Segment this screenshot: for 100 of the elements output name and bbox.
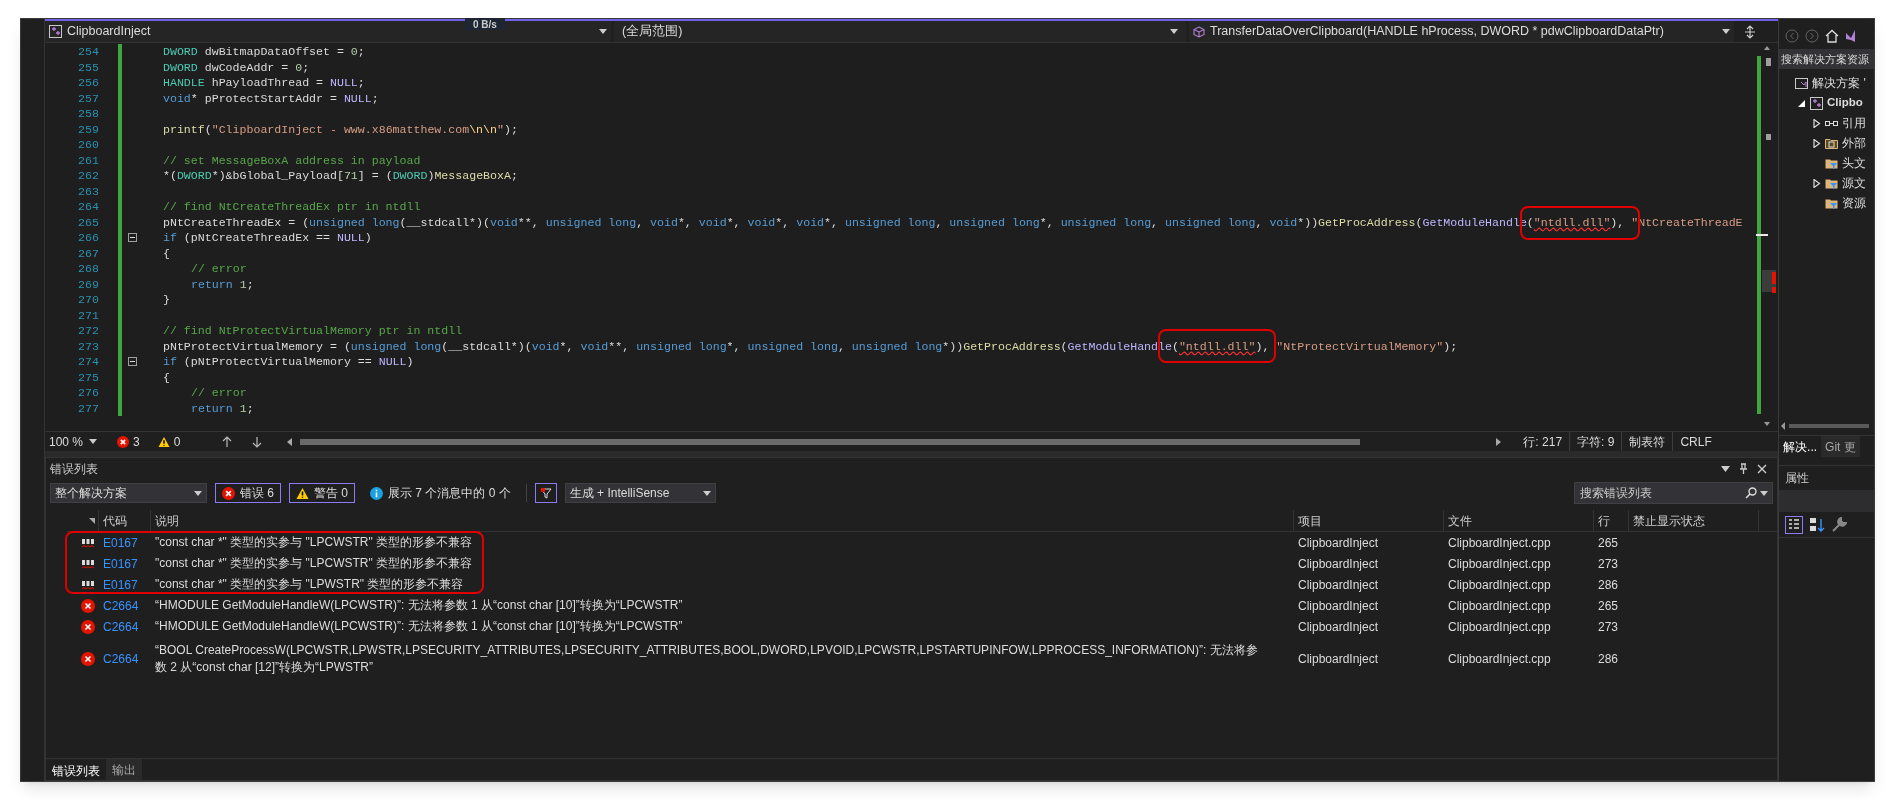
cube-icon xyxy=(1193,25,1205,38)
column-header[interactable]: 文件 xyxy=(1444,510,1594,531)
code-line: HANDLE hPayloadThread = NULL; xyxy=(163,75,365,91)
code-line: // set MessageBoxA address in payload xyxy=(163,152,421,168)
home-icon[interactable] xyxy=(1825,29,1840,43)
filter-toggle[interactable]: 展示 7 个消息中的 0 个 xyxy=(363,483,518,503)
sort-alphabetical-icon[interactable] xyxy=(1809,516,1826,533)
line-number: 264 xyxy=(78,199,99,215)
line-cell-text: 273 xyxy=(1597,618,1619,636)
split-icon[interactable] xyxy=(1743,24,1757,39)
column-header[interactable]: 代码 xyxy=(99,510,151,531)
panel-tab[interactable]: 输出 xyxy=(106,759,142,780)
line-number: 255 xyxy=(78,59,99,75)
code-line: void* pProtectStartAddr = NULL; xyxy=(163,90,379,106)
line-number: 257 xyxy=(78,90,99,106)
error-code-link[interactable]: E0167 xyxy=(99,554,151,573)
tree-item[interactable]: Clipbo xyxy=(1827,94,1863,112)
line-number: 276 xyxy=(78,385,99,401)
filter-toggle[interactable]: 错误 6 xyxy=(215,483,281,503)
code-line: if (pNtProtectVirtualMemory == NULL) xyxy=(163,354,414,370)
line-number: 258 xyxy=(78,106,99,122)
scope-dropdown[interactable]: 整个解决方案 xyxy=(50,483,207,503)
error-code-link[interactable]: C2664 xyxy=(99,596,151,615)
expand-arrow-icon[interactable] xyxy=(1812,118,1822,128)
tree-item[interactable]: 源文 xyxy=(1842,174,1867,192)
line-number: 265 xyxy=(78,214,99,230)
tree-item[interactable]: 头文 xyxy=(1842,154,1867,172)
column-header[interactable]: 禁止显示状态 xyxy=(1629,510,1759,531)
file-cell-text: ClipboardInject.cpp xyxy=(1447,651,1552,668)
logo-icon[interactable] xyxy=(1845,29,1856,43)
close-icon[interactable] xyxy=(1757,464,1768,474)
code-line: DWORD dwBitmapDataOffset = 0; xyxy=(163,44,365,60)
panel-tab[interactable]: Git 更 xyxy=(1821,436,1860,457)
caret-icon xyxy=(89,439,97,444)
tree-item[interactable]: 资源 xyxy=(1842,194,1867,212)
squiggle-icon xyxy=(82,536,95,549)
fold-toggle[interactable] xyxy=(128,357,137,367)
project-cell-text: ClipboardInject xyxy=(1297,534,1380,552)
line-number: 269 xyxy=(78,276,99,292)
info-icon xyxy=(370,486,383,500)
expand-arrow-icon[interactable] xyxy=(1812,178,1822,188)
error-code-link[interactable]: E0167 xyxy=(99,533,151,552)
line-number: 263 xyxy=(78,183,99,199)
line-cell-text: 286 xyxy=(1597,651,1619,668)
column-header[interactable]: 项目 xyxy=(1294,510,1444,531)
error-code-link[interactable]: C2664 xyxy=(99,617,151,636)
search-icon[interactable] xyxy=(1745,487,1758,499)
error-count-button[interactable]: 3 xyxy=(115,432,142,451)
property-object-field[interactable] xyxy=(1779,490,1874,512)
line-number: 260 xyxy=(78,137,99,153)
line-number: 261 xyxy=(78,152,99,168)
tree-item[interactable]: 外部 xyxy=(1842,134,1867,152)
panel-title: 属性 xyxy=(1784,470,1811,487)
arrow-up-icon[interactable] xyxy=(222,435,233,448)
squiggle-icon xyxy=(82,557,95,570)
project-icon xyxy=(1810,96,1824,110)
code-line: // error xyxy=(191,261,247,277)
file-cell-text: ClipboardInject.cpp xyxy=(1447,555,1552,573)
external-icon xyxy=(1825,136,1839,150)
expand-arrow-icon[interactable] xyxy=(1812,138,1822,148)
zoom-dropdown[interactable]: 100 % xyxy=(45,432,103,451)
pin-icon[interactable] xyxy=(1739,463,1749,475)
arrow-down-icon[interactable] xyxy=(252,435,263,448)
error-code-link[interactable]: E0167 xyxy=(99,575,151,594)
categorized-icon[interactable] xyxy=(1785,515,1804,534)
code-line: { xyxy=(163,369,170,385)
error-code-link[interactable]: C2664 xyxy=(99,650,151,668)
search-field[interactable]: 搜索错误列表 xyxy=(1574,482,1774,504)
sort-icon[interactable] xyxy=(89,517,95,524)
caret-icon xyxy=(1760,490,1769,496)
line-number: 259 xyxy=(78,121,99,137)
code-line: printf("ClipboardInject - www.x86matthew.com\n\n"); xyxy=(163,121,518,137)
funnel-icon xyxy=(539,487,552,499)
caret-icon xyxy=(194,490,202,496)
fold-toggle[interactable] xyxy=(128,233,137,243)
column-header[interactable]: 行 xyxy=(1594,510,1629,531)
search-field[interactable]: 搜索解决方案资源 xyxy=(1779,49,1874,69)
code-line: } xyxy=(163,292,170,308)
code-line: // find NtProtectVirtualMemory ptr in ntdll xyxy=(163,323,463,339)
error-description: "const char *" 类型的实参与 "LPCWSTR" 类型的形参不兼容 xyxy=(154,534,474,551)
code-line: return 1; xyxy=(191,276,254,292)
code-line: return 1; xyxy=(191,400,254,416)
scope-dropdown[interactable]: (全局范围) xyxy=(614,21,1186,42)
cursor-line-label[interactable]: 行: 217 xyxy=(1516,432,1570,451)
warning-icon xyxy=(296,486,309,500)
error-icon xyxy=(81,652,95,666)
filter-toggle[interactable]: 警告 0 xyxy=(289,483,355,503)
wrench-icon[interactable] xyxy=(1831,516,1848,533)
collapse-arrow-icon[interactable] xyxy=(1797,98,1807,108)
filter-button[interactable] xyxy=(534,483,557,503)
caret-icon xyxy=(702,490,711,496)
tree-item[interactable]: 解决方案 ' xyxy=(1812,74,1866,92)
project-cell-text: ClipboardInject xyxy=(1297,651,1380,668)
column-header[interactable]: 说明 xyxy=(151,510,1294,531)
line-number: 267 xyxy=(78,245,99,261)
source-dropdown[interactable]: 生成 + IntelliSense xyxy=(564,483,716,503)
member-dropdown[interactable]: TransferDataOverClipboard(HANDLE hProcess, DWORD * pdwClipboardDataPtr) xyxy=(1189,21,1734,42)
warning-count-button[interactable]: 0 xyxy=(155,432,183,451)
dropdown-caret-icon[interactable] xyxy=(1721,466,1731,472)
tree-item[interactable]: 引用 xyxy=(1842,114,1867,132)
